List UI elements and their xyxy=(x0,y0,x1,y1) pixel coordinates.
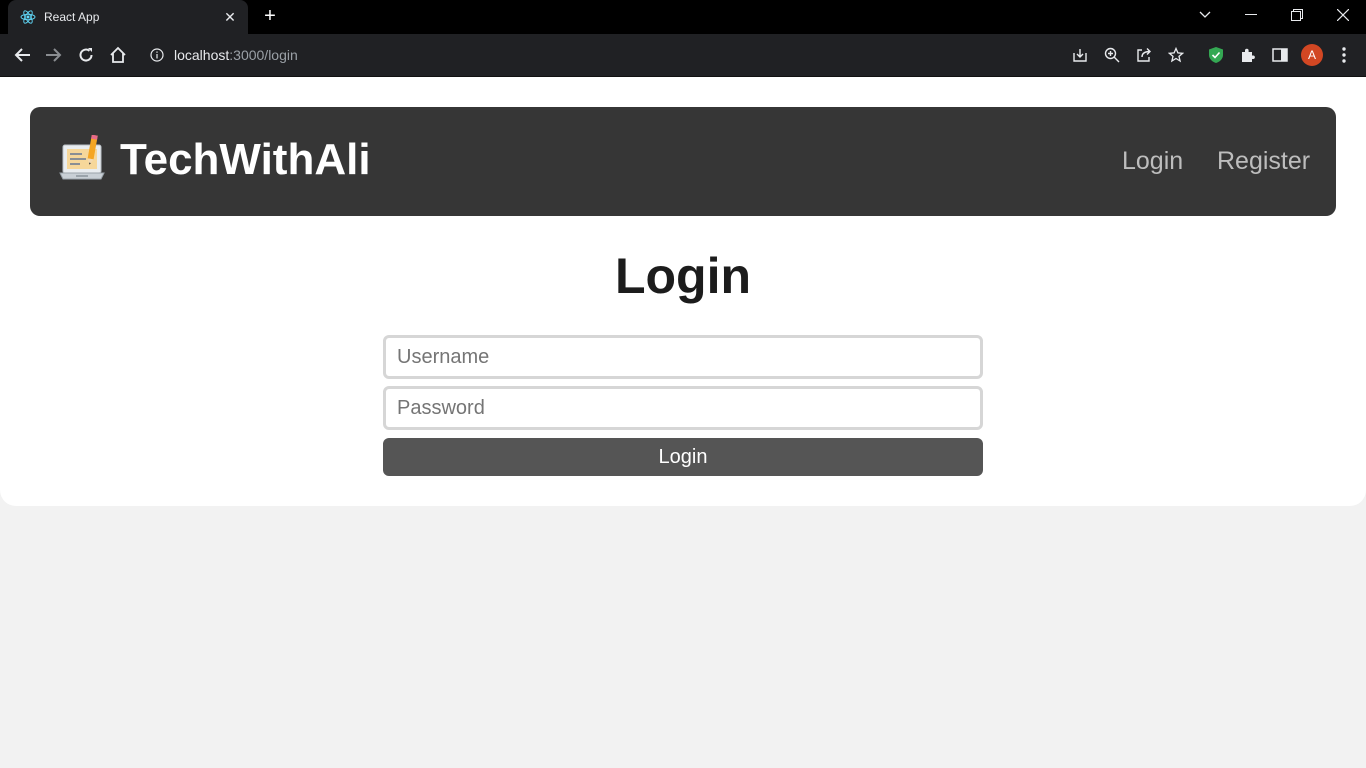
shield-extension-icon[interactable] xyxy=(1204,43,1228,67)
login-button[interactable]: Login xyxy=(383,438,983,476)
side-panel-icon[interactable] xyxy=(1268,43,1292,67)
browser-tab[interactable]: React App ✕ xyxy=(8,0,248,34)
browser-tabstrip: React App ✕ + xyxy=(0,0,1366,34)
forward-icon[interactable] xyxy=(42,43,66,67)
brand-name: TechWithAli xyxy=(120,135,371,184)
url-path: :3000/login xyxy=(229,47,298,63)
back-icon[interactable] xyxy=(10,43,34,67)
app-container: TechWithAli Login Register Login Login xyxy=(0,77,1366,506)
bookmark-star-icon[interactable] xyxy=(1164,43,1188,67)
page-viewport: TechWithAli Login Register Login Login xyxy=(0,77,1366,768)
browser-toolbar: localhost:3000/login A xyxy=(0,34,1366,77)
tab-title: React App xyxy=(44,10,100,24)
home-icon[interactable] xyxy=(106,43,130,67)
more-menu-icon[interactable] xyxy=(1332,43,1356,67)
nav-register-link[interactable]: Register xyxy=(1217,147,1310,176)
extensions-puzzle-icon[interactable] xyxy=(1236,43,1260,67)
password-input[interactable] xyxy=(383,386,983,430)
reload-icon[interactable] xyxy=(74,43,98,67)
username-input[interactable] xyxy=(383,335,983,379)
new-tab-icon[interactable]: + xyxy=(259,5,281,27)
close-tab-icon[interactable]: ✕ xyxy=(222,9,238,26)
page-title: Login xyxy=(614,248,752,304)
profile-avatar[interactable]: A xyxy=(1301,44,1323,66)
laptop-pencil-icon xyxy=(58,134,106,185)
navbar: TechWithAli Login Register xyxy=(30,107,1336,216)
close-window-icon[interactable] xyxy=(1320,0,1366,30)
address-bar[interactable]: localhost:3000/login xyxy=(140,39,1060,71)
tab-search-icon[interactable] xyxy=(1182,0,1228,30)
react-logo-icon xyxy=(20,9,36,25)
url-host: localhost xyxy=(174,47,230,63)
brand-link[interactable]: TechWithAli xyxy=(58,134,371,185)
share-icon[interactable] xyxy=(1132,43,1156,67)
zoom-icon[interactable] xyxy=(1100,43,1124,67)
site-info-icon[interactable] xyxy=(150,48,164,62)
restore-icon[interactable] xyxy=(1274,0,1320,30)
install-app-icon[interactable] xyxy=(1068,43,1092,67)
minimize-icon[interactable] xyxy=(1228,0,1274,30)
nav-login-link[interactable]: Login xyxy=(1122,147,1183,176)
